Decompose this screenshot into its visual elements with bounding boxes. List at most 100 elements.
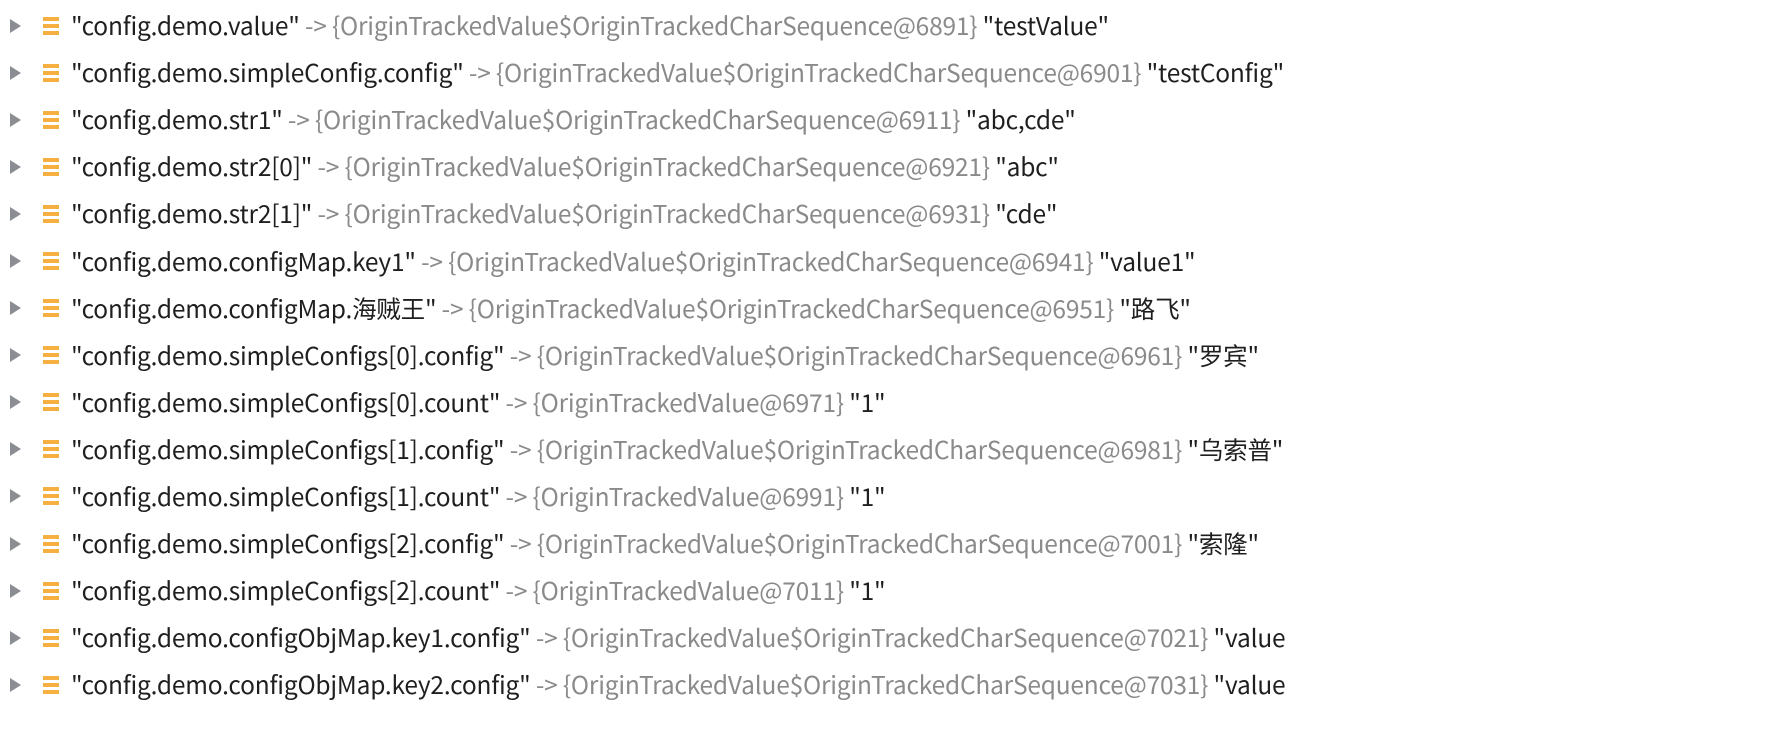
map-entry-icon (43, 299, 59, 317)
expand-chevron-icon[interactable] (10, 631, 21, 645)
expand-chevron-icon[interactable] (10, 19, 21, 33)
debug-variable-text: "config.demo.str2[0]" -> {OriginTrackedV… (71, 149, 1059, 184)
debug-variable-row[interactable]: "config.demo.configObjMap.key1.config" -… (10, 614, 1768, 661)
object-reference-text: {OriginTrackedValue$OriginTrackedCharSeq… (332, 8, 977, 43)
arrow-separator: -> (500, 479, 532, 514)
map-value-text: "1" (844, 385, 886, 420)
debug-variable-row[interactable]: "config.demo.configObjMap.key2.config" -… (10, 661, 1768, 708)
debug-variable-text: "config.demo.configMap.海贼王" -> {OriginTr… (71, 291, 1191, 326)
map-key-text: "config.demo.str2[0]" (71, 149, 312, 184)
arrow-separator: -> (504, 432, 536, 467)
map-entry-icon (43, 205, 59, 223)
debug-variable-row[interactable]: "config.demo.str2[1]" -> {OriginTrackedV… (10, 190, 1768, 237)
map-entry-icon (43, 252, 59, 270)
arrow-separator: -> (464, 55, 496, 90)
debug-variable-text: "config.demo.str2[1]" -> {OriginTrackedV… (71, 196, 1057, 231)
debug-variable-text: "config.demo.simpleConfigs[2].config" ->… (71, 526, 1259, 561)
debug-variable-text: "config.demo.simpleConfigs[0].count" -> … (71, 385, 885, 420)
debug-variable-text: "config.demo.simpleConfigs[2].count" -> … (71, 573, 885, 608)
object-reference-text: {OriginTrackedValue$OriginTrackedCharSeq… (315, 102, 960, 137)
arrow-separator: -> (300, 8, 332, 43)
object-reference-text: {OriginTrackedValue$OriginTrackedCharSeq… (448, 244, 1093, 279)
map-key-text: "config.demo.str1" (71, 102, 283, 137)
map-entry-icon (43, 582, 59, 600)
map-entry-icon (43, 17, 59, 35)
expand-chevron-icon[interactable] (10, 254, 21, 268)
arrow-separator: -> (531, 667, 563, 702)
debug-variable-text: "config.demo.configObjMap.key1.config" -… (71, 620, 1285, 655)
expand-chevron-icon[interactable] (10, 489, 21, 503)
object-reference-text: {OriginTrackedValue$OriginTrackedCharSeq… (469, 291, 1114, 326)
expand-chevron-icon[interactable] (10, 442, 21, 456)
map-value-text: "罗宾" (1182, 338, 1259, 373)
debug-variable-row[interactable]: "config.demo.simpleConfigs[1].count" -> … (10, 473, 1768, 520)
map-key-text: "config.demo.simpleConfigs[1].count" (71, 479, 500, 514)
expand-chevron-icon[interactable] (10, 207, 21, 221)
map-key-text: "config.demo.simpleConfig.config" (71, 55, 464, 90)
arrow-separator: -> (416, 244, 448, 279)
map-entry-icon (43, 440, 59, 458)
debug-variable-text: "config.demo.simpleConfigs[1].count" -> … (71, 479, 885, 514)
object-reference-text: {OriginTrackedValue@6971} (533, 385, 844, 420)
debug-variable-text: "config.demo.str1" -> {OriginTrackedValu… (71, 102, 1076, 137)
map-entry-icon (43, 629, 59, 647)
map-value-text: "testValue" (977, 8, 1109, 43)
debug-variable-row[interactable]: "config.demo.str1" -> {OriginTrackedValu… (10, 96, 1768, 143)
debug-variable-row[interactable]: "config.demo.str2[0]" -> {OriginTrackedV… (10, 143, 1768, 190)
expand-chevron-icon[interactable] (10, 395, 21, 409)
map-entry-icon (43, 487, 59, 505)
arrow-separator: -> (312, 196, 344, 231)
debug-variable-row[interactable]: "config.demo.value" -> {OriginTrackedVal… (10, 2, 1768, 49)
arrow-separator: -> (436, 291, 468, 326)
debug-variable-text: "config.demo.simpleConfig.config" -> {Or… (71, 55, 1284, 90)
map-value-text: "cde" (990, 196, 1057, 231)
map-key-text: "config.demo.configObjMap.key1.config" (71, 620, 531, 655)
object-reference-text: {OriginTrackedValue$OriginTrackedCharSeq… (496, 55, 1141, 90)
arrow-separator: -> (531, 620, 563, 655)
map-entry-icon (43, 111, 59, 129)
map-key-text: "config.demo.value" (71, 8, 300, 43)
debug-variable-row[interactable]: "config.demo.simpleConfigs[2].count" -> … (10, 567, 1768, 614)
debug-variable-row[interactable]: "config.demo.simpleConfigs[0].count" -> … (10, 379, 1768, 426)
arrow-separator: -> (504, 338, 536, 373)
map-value-text: "路飞" (1114, 291, 1191, 326)
expand-chevron-icon[interactable] (10, 584, 21, 598)
map-entry-icon (43, 64, 59, 82)
debug-variable-row[interactable]: "config.demo.simpleConfig.config" -> {Or… (10, 49, 1768, 96)
debug-variable-row[interactable]: "config.demo.configMap.key1" -> {OriginT… (10, 237, 1768, 284)
map-entry-icon (43, 393, 59, 411)
expand-chevron-icon[interactable] (10, 113, 21, 127)
object-reference-text: {OriginTrackedValue@7011} (533, 573, 844, 608)
expand-chevron-icon[interactable] (10, 160, 21, 174)
object-reference-text: {OriginTrackedValue$OriginTrackedCharSeq… (537, 432, 1182, 467)
debug-variable-text: "config.demo.configMap.key1" -> {OriginT… (71, 244, 1195, 279)
debug-variable-row[interactable]: "config.demo.simpleConfigs[0].config" ->… (10, 332, 1768, 379)
map-key-text: "config.demo.configObjMap.key2.config" (71, 667, 531, 702)
expand-chevron-icon[interactable] (10, 66, 21, 80)
expand-chevron-icon[interactable] (10, 301, 21, 315)
debug-variable-row[interactable]: "config.demo.simpleConfigs[2].config" ->… (10, 520, 1768, 567)
map-entry-icon (43, 346, 59, 364)
expand-chevron-icon[interactable] (10, 537, 21, 551)
map-value-text: "乌索普" (1182, 432, 1283, 467)
debug-variable-row[interactable]: "config.demo.configMap.海贼王" -> {OriginTr… (10, 285, 1768, 332)
arrow-separator: -> (283, 102, 315, 137)
map-entry-icon (43, 158, 59, 176)
map-key-text: "config.demo.simpleConfigs[2].config" (71, 526, 504, 561)
object-reference-text: {OriginTrackedValue$OriginTrackedCharSeq… (537, 526, 1182, 561)
map-key-text: "config.demo.configMap.key1" (71, 244, 416, 279)
object-reference-text: {OriginTrackedValue$OriginTrackedCharSeq… (563, 620, 1208, 655)
debug-variable-row[interactable]: "config.demo.simpleConfigs[1].config" ->… (10, 426, 1768, 473)
expand-chevron-icon[interactable] (10, 348, 21, 362)
map-value-text: "value (1208, 667, 1285, 702)
map-key-text: "config.demo.simpleConfigs[1].config" (71, 432, 504, 467)
debug-variable-text: "config.demo.value" -> {OriginTrackedVal… (71, 8, 1109, 43)
object-reference-text: {OriginTrackedValue$OriginTrackedCharSeq… (537, 338, 1182, 373)
debug-variable-text: "config.demo.simpleConfigs[1].config" ->… (71, 432, 1283, 467)
arrow-separator: -> (312, 149, 344, 184)
map-key-text: "config.demo.configMap.海贼王" (71, 291, 436, 326)
debug-variable-text: "config.demo.configObjMap.key2.config" -… (71, 667, 1285, 702)
expand-chevron-icon[interactable] (10, 678, 21, 692)
debug-variable-text: "config.demo.simpleConfigs[0].config" ->… (71, 338, 1259, 373)
arrow-separator: -> (504, 526, 536, 561)
